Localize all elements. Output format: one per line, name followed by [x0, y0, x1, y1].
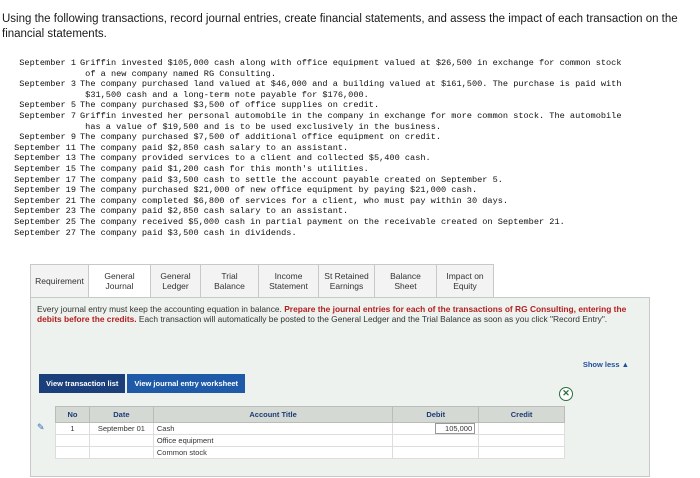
transaction-text: The company paid $2,850 cash salary to a…: [80, 206, 349, 217]
transaction-item: September 21 The company completed $6,800…: [8, 196, 698, 207]
view-transaction-list-button[interactable]: View transaction list: [39, 374, 126, 393]
instructions: Every journal entry must keep the accoun…: [37, 304, 637, 324]
transaction-text: Griffin invested $105,000 cash along wit…: [80, 58, 622, 79]
transaction-item: September 19 The company purchased $21,00…: [8, 185, 698, 196]
transaction-text: The company paid $3,500 cash to settle t…: [80, 174, 503, 185]
tab-st-retained-earnings[interactable]: St Retained Earnings: [318, 264, 374, 298]
transaction-date: September 1: [19, 58, 76, 68]
transaction-date: September 21: [14, 195, 76, 206]
account-field[interactable]: Office equipment: [152, 434, 394, 447]
transaction-text: The company purchased $21,000 of new off…: [80, 185, 478, 196]
col-account: Account Title: [152, 406, 394, 423]
journal-table: No Date Account Title Debit Credit 1 Sept…: [55, 406, 565, 459]
tab-general-ledger[interactable]: General Ledger: [150, 264, 200, 298]
transaction-item: September 5 The company purchased $3,500 …: [8, 100, 698, 111]
tab-balance-sheet[interactable]: Balance Sheet: [374, 264, 436, 298]
transaction-item: September 11 The company paid $2,850 cash…: [8, 143, 698, 154]
transaction-date: September 17: [14, 174, 76, 185]
close-icon[interactable]: ✕: [559, 387, 573, 401]
transaction-item: September 23 The company paid $2,850 cash…: [8, 206, 698, 217]
table-row: Office equipment: [55, 434, 565, 447]
transaction-list: September 1 Griffin invested $105,000 cas…: [8, 58, 698, 238]
transaction-text: The company purchased $7,500 of addition…: [80, 132, 441, 143]
tab-trial-balance[interactable]: Trial Balance: [200, 264, 258, 298]
debit-value[interactable]: 105,000: [435, 423, 476, 434]
col-no: No: [55, 406, 90, 423]
transaction-item: September 1 Griffin invested $105,000 cas…: [8, 58, 698, 79]
pencil-icon[interactable]: ✎: [37, 422, 47, 432]
transaction-text: The company purchased land valued at $46…: [80, 79, 622, 100]
tab-income-statement[interactable]: Income Statement: [258, 264, 318, 298]
debit-field[interactable]: 105,000: [392, 422, 480, 435]
transaction-text: The company paid $1,200 cash for this mo…: [80, 163, 369, 174]
account-field[interactable]: Cash: [152, 422, 394, 435]
transaction-date: September 3: [19, 79, 76, 90]
account-field[interactable]: Common stock: [152, 446, 394, 459]
transaction-text: Griffin invested her personal automobile…: [80, 110, 622, 132]
table-row: Common stock: [55, 446, 565, 459]
row-date: [88, 446, 154, 459]
debit-field[interactable]: [392, 434, 480, 447]
transaction-date: September 7: [19, 110, 76, 121]
credit-field[interactable]: [478, 434, 565, 447]
journal-panel: Every journal entry must keep the accoun…: [30, 297, 650, 477]
transaction-date: September 27: [14, 227, 76, 238]
transaction-date: September 19: [14, 185, 76, 196]
col-debit: Debit: [392, 406, 480, 423]
transaction-item: September 17 The company paid $3,500 cash…: [8, 175, 698, 186]
transaction-item: September 3 The company purchased land va…: [8, 79, 698, 100]
transaction-item: September 15 The company paid $1,200 cash…: [8, 164, 698, 175]
tab-requirement[interactable]: Requirement: [30, 264, 88, 298]
transaction-date: September 23: [14, 206, 76, 217]
view-buttons: View transaction list View journal entry…: [39, 374, 246, 393]
transaction-date: September 13: [14, 153, 76, 164]
transaction-item: September 27 The company paid $3,500 cash…: [8, 228, 698, 239]
transaction-date: September 5: [19, 100, 76, 111]
transaction-text: The company purchased $3,500 of office s…: [80, 100, 380, 111]
transaction-text: The company paid $2,850 cash salary to a…: [80, 142, 349, 153]
transaction-date: September 15: [14, 163, 76, 174]
tab-impact-on-equity[interactable]: Impact on Equity: [436, 264, 494, 298]
table-row: 1 September 01 Cash 105,000: [55, 422, 565, 435]
transaction-item: September 25 The company received $5,000 …: [8, 217, 698, 228]
instructions-tail: Each transaction will automatically be p…: [136, 314, 608, 324]
tab-bar: Requirement General Journal General Ledger…: [30, 264, 494, 298]
transaction-text: The company completed $6,800 of services…: [80, 195, 509, 206]
row-date: September 01: [88, 422, 154, 435]
row-number: [55, 434, 90, 447]
transaction-text: The company received $5,000 cash in part…: [80, 216, 565, 227]
debit-field[interactable]: [392, 446, 480, 459]
transaction-date: September 25: [14, 216, 76, 227]
view-journal-worksheet-button[interactable]: View journal entry worksheet: [127, 374, 246, 393]
intro-text: Using the following transactions, record…: [2, 13, 678, 40]
instructions-lead: Every journal entry must keep the accoun…: [37, 304, 285, 314]
row-number: [55, 446, 90, 459]
transaction-date: September 9: [19, 132, 76, 143]
row-date: [88, 434, 154, 447]
transaction-item: September 13 The company provided service…: [8, 153, 698, 164]
journal-header-row: No Date Account Title Debit Credit: [55, 406, 565, 423]
credit-field[interactable]: [478, 446, 565, 459]
col-date: Date: [88, 406, 154, 423]
credit-field[interactable]: [478, 422, 565, 435]
row-number: 1: [55, 422, 90, 435]
tab-general-journal[interactable]: General Journal: [88, 264, 150, 298]
col-credit: Credit: [478, 406, 565, 423]
transaction-text: The company paid $3,500 cash in dividend…: [80, 227, 297, 238]
transaction-item: September 9 The company purchased $7,500 …: [8, 132, 698, 143]
show-less-link[interactable]: Show less ▲: [583, 360, 629, 369]
transaction-item: September 7 Griffin invested her personal…: [8, 111, 698, 132]
transaction-text: The company provided services to a clien…: [80, 153, 431, 164]
transaction-date: September 11: [14, 142, 76, 153]
